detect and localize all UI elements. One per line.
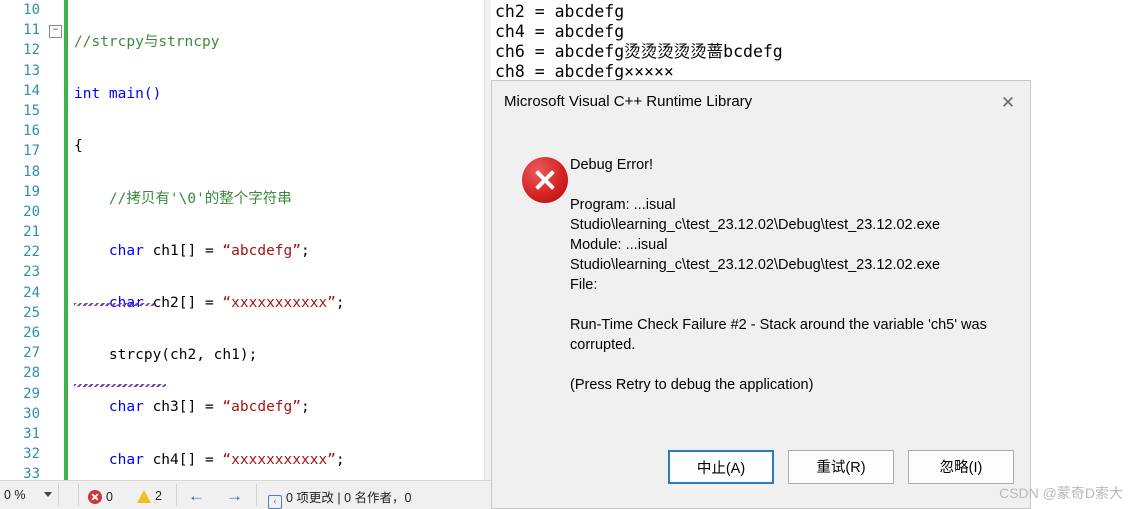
code-editor[interactable]: 10 11 12 13 14 15 16 17 18 19 20 21 22 2… — [0, 0, 491, 480]
navigate-back-icon[interactable]: ← — [188, 486, 205, 506]
line-number: 20 — [23, 203, 40, 220]
editor-scrollbar[interactable] — [484, 0, 491, 480]
failure-message-line-2: corrupted. — [570, 337, 636, 353]
line-number: 12 — [23, 42, 40, 59]
console-output: ch2 = abcdefg ch4 = abcdefg ch6 = abcdefg烫… — [491, 0, 1131, 81]
fold-toggle-icon[interactable] — [49, 45, 60, 56]
code-line: { — [74, 138, 83, 155]
warning-count[interactable]: 2 — [137, 487, 162, 503]
console-line: ch4 = abcdefg — [495, 22, 625, 41]
fold-toggle-icon[interactable]: − — [49, 25, 62, 38]
console-line: ch6 = abcdefg烫烫烫烫烫蔷bcdefg — [495, 42, 783, 61]
status-bar: 0 % 0 2 ← → ‹ 0 项更改 | 0 名作者，0 — [0, 480, 491, 509]
line-number: 27 — [23, 345, 40, 362]
error-icon — [522, 157, 568, 203]
module-line-2: Studio\learning_c\test_23.12.02\Debug\te… — [570, 257, 941, 273]
warning-count-value: 2 — [155, 489, 162, 503]
line-number: 29 — [23, 385, 40, 402]
code-line: char ch1[] = “abcdefg”; — [74, 242, 310, 259]
line-number: 10 — [23, 2, 40, 18]
error-icon — [88, 490, 102, 504]
zoom-level-dropdown[interactable]: 0 % — [0, 481, 58, 509]
dialog-message: Debug Error! Program: ...isual Studio\le… — [570, 155, 1000, 395]
line-number: 17 — [23, 143, 40, 160]
divider — [58, 484, 59, 506]
zoom-level-value: 0 % — [4, 488, 26, 502]
dialog-heading: Debug Error! — [570, 157, 654, 173]
error-squiggle — [74, 303, 154, 306]
file-line: File: — [570, 277, 598, 293]
line-number: 32 — [23, 446, 40, 463]
line-number: 33 — [23, 466, 40, 480]
navigate-forward-icon[interactable]: → — [226, 486, 243, 506]
source-control-icon: ‹ — [268, 495, 282, 509]
program-line-2: Studio\learning_c\test_23.12.02\Debug\te… — [570, 217, 941, 233]
line-number: 26 — [23, 325, 40, 341]
line-number: 23 — [23, 264, 40, 281]
module-line-1: Module: ...isual — [570, 237, 668, 253]
error-count[interactable]: 0 — [88, 487, 113, 504]
divider — [78, 484, 79, 506]
code-line: strcpy(ch2, ch1); — [74, 347, 258, 364]
dialog-title: Microsoft Visual C++ Runtime Library — [504, 93, 753, 110]
retry-hint: (Press Retry to debug the application) — [570, 377, 814, 393]
code-line: char ch4[] = “xxxxxxxxxxx”; — [74, 451, 345, 468]
code-lines[interactable]: //strcpy与strncpy int main() { //拷贝有'\0'的… — [74, 0, 491, 480]
line-number: 25 — [23, 304, 40, 321]
line-number: 14 — [23, 82, 40, 99]
line-number-gutter: 10 11 12 13 14 15 16 17 18 19 20 21 22 2… — [0, 0, 46, 480]
line-number: 31 — [23, 425, 40, 442]
source-control-text: 0 项更改 | 0 名作者，0 — [286, 491, 412, 505]
line-number: 15 — [23, 102, 40, 119]
dialog-title-bar[interactable]: Microsoft Visual C++ Runtime Library ✕ — [492, 81, 1030, 125]
line-number: 21 — [23, 224, 40, 241]
watermark: CSDN @蒙奇D索大 — [999, 485, 1123, 501]
source-control-status[interactable]: ‹ 0 项更改 | 0 名作者，0 — [268, 487, 412, 509]
line-number: 24 — [23, 284, 40, 301]
abort-button[interactable]: 中止(A) — [668, 450, 774, 484]
divider — [176, 484, 177, 506]
close-icon[interactable]: ✕ — [994, 91, 1022, 115]
line-number: 28 — [23, 365, 40, 382]
error-count-value: 0 — [106, 490, 113, 504]
line-number: 19 — [23, 183, 40, 200]
line-number: 13 — [23, 62, 40, 79]
ignore-button[interactable]: 忽略(I) — [908, 450, 1014, 484]
retry-button[interactable]: 重试(R) — [788, 450, 894, 484]
code-line: //strcpy与strncpy — [74, 34, 220, 50]
chevron-down-icon — [44, 492, 52, 497]
divider — [256, 484, 257, 506]
dialog-button-row: 中止(A) 重试(R) 忽略(I) — [492, 450, 1030, 486]
code-line: char ch3[] = “abcdefg”; — [74, 399, 310, 416]
line-number: 22 — [23, 244, 40, 261]
change-indicator-bar — [64, 0, 68, 480]
error-squiggle — [74, 384, 166, 387]
program-line-1: Program: ...isual — [570, 197, 676, 213]
code-line: int main() — [74, 86, 162, 103]
line-number: 11 — [23, 22, 40, 39]
runtime-error-dialog: Microsoft Visual C++ Runtime Library ✕ D… — [491, 80, 1031, 509]
line-number: 16 — [23, 123, 40, 140]
warning-icon — [137, 490, 151, 503]
line-number: 18 — [23, 163, 40, 180]
code-line: //拷贝有'\0'的整个字符串 — [74, 190, 292, 207]
console-line: ch8 = abcdefg××××× — [495, 62, 674, 81]
failure-message-line-1: Run-Time Check Failure #2 - Stack around… — [570, 317, 987, 333]
line-number: 30 — [23, 405, 40, 422]
console-line: ch2 = abcdefg — [495, 2, 625, 21]
